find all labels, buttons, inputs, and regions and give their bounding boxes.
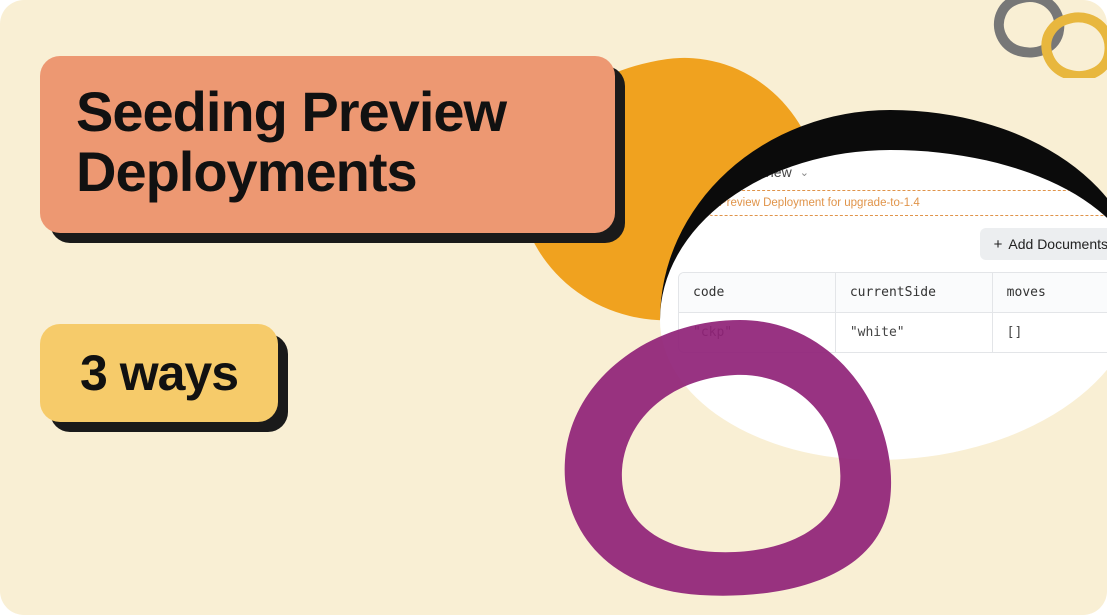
hero-card: / Preview ⌄ Preview Deployment for upgra… [0,0,1107,615]
col-header: moves [993,273,1107,312]
cell: [] [993,313,1107,352]
env-label: Preview [742,164,792,180]
page-title: Seeding Preview Deployments [76,82,579,203]
add-documents-button[interactable]: + Add Documents [980,228,1107,260]
panel-breadcrumb: / Preview ⌄ [678,164,1107,180]
decorative-blob-ring [540,300,920,610]
deployment-banner: Preview Deployment for upgrade-to-1.4 [708,190,1107,216]
title-block: Seeding Preview Deployments [40,56,615,233]
subtitle-block: 3 ways [40,324,278,422]
page-subtitle: 3 ways [80,344,238,402]
decorative-corner-rings [987,0,1107,78]
add-documents-label: Add Documents [1008,236,1107,252]
chevron-down-icon: ⌄ [800,166,809,179]
plus-icon: + [994,237,1003,252]
